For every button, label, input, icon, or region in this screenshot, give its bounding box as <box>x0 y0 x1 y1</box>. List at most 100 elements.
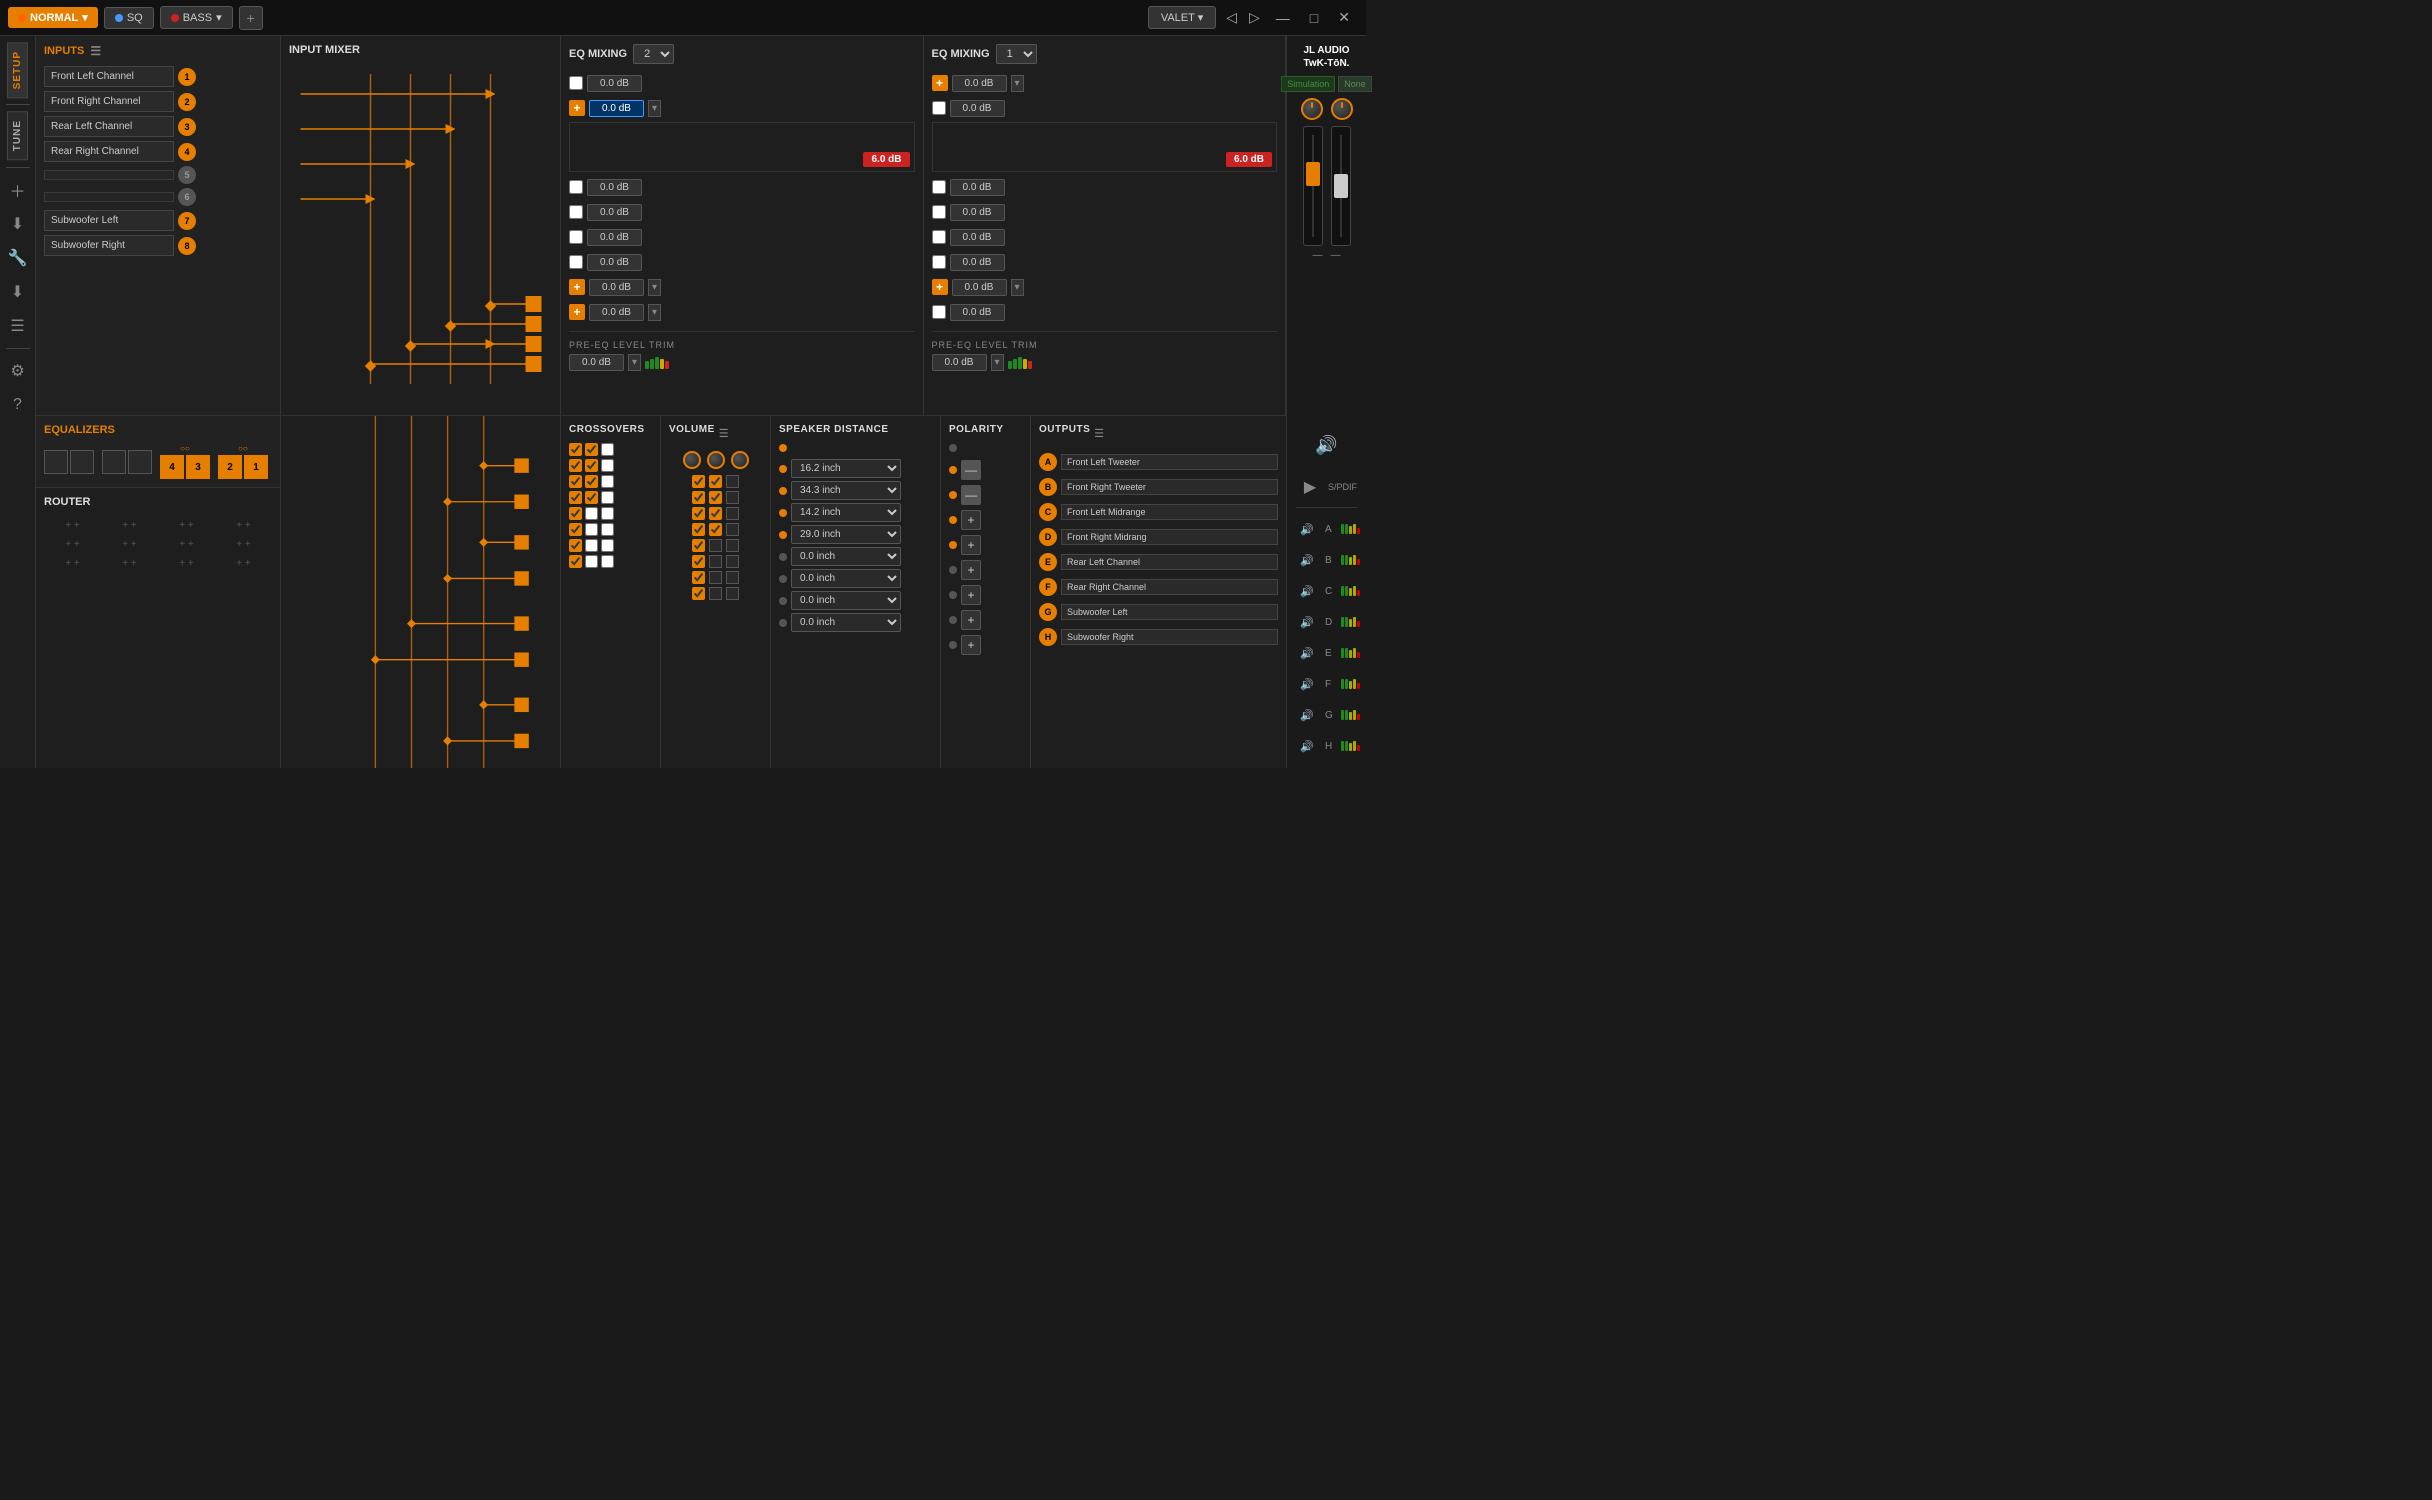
dist-select-4[interactable]: 29.0 inch <box>791 525 901 544</box>
eq-right-cb-5[interactable] <box>932 230 946 244</box>
eq-mixing-right-select[interactable]: 1 2 <box>996 44 1037 64</box>
sidebar-tab-setup[interactable]: SETUP <box>7 42 28 98</box>
input-label-7[interactable]: Subwoofer Left <box>44 210 174 231</box>
cv-1-1[interactable] <box>569 443 582 456</box>
pol-btn-4[interactable]: + <box>961 535 981 555</box>
out-label-E[interactable]: Rear Left Channel <box>1061 554 1278 570</box>
cv-6-2[interactable] <box>585 523 598 536</box>
inputs-menu-icon[interactable]: ☰ <box>90 44 101 58</box>
eq-right-arrow-7[interactable]: ▾ <box>1011 279 1024 296</box>
out-spkr-E[interactable]: 🔊 <box>1293 639 1321 667</box>
out-spkr-A[interactable]: 🔊 <box>1293 515 1321 543</box>
sidebar-wrench-button[interactable]: 🔧 <box>4 244 32 272</box>
dist-select-7[interactable]: 0.0 inch <box>791 591 901 610</box>
dist-select-6[interactable]: 0.0 inch <box>791 569 901 588</box>
vol-4-3[interactable] <box>726 523 739 536</box>
pre-eq-right-value[interactable]: 0.0 dB <box>932 354 987 371</box>
fader-left[interactable] <box>1303 126 1323 246</box>
pre-eq-left-arrow[interactable]: ▾ <box>628 354 641 371</box>
vol-7-2[interactable] <box>709 571 722 584</box>
cv-1-3[interactable] <box>601 443 614 456</box>
cv-8-3[interactable] <box>601 555 614 568</box>
out-spkr-C[interactable]: 🔊 <box>1293 577 1321 605</box>
sq-button[interactable]: SQ <box>104 7 154 29</box>
cv-3-1[interactable] <box>569 475 582 488</box>
out-label-B[interactable]: Front Right Tweeter <box>1061 479 1278 495</box>
vol-3-1[interactable] <box>692 507 705 520</box>
eq-right-db-8[interactable]: 0.0 dB <box>950 304 1005 321</box>
vol-knob-1[interactable] <box>683 451 701 469</box>
eq-left-db-3[interactable]: 0.0 dB <box>587 179 642 196</box>
eq-box-1[interactable]: 1 <box>244 455 268 479</box>
dist-select-8[interactable]: 0.0 inch <box>791 613 901 632</box>
out-spkr-D[interactable]: 🔊 <box>1293 608 1321 636</box>
eq-left-cb-6[interactable] <box>569 255 583 269</box>
vol-2-3[interactable] <box>726 491 739 504</box>
vol-3-2[interactable] <box>709 507 722 520</box>
vol-8-2[interactable] <box>709 587 722 600</box>
input-label-1[interactable]: Front Left Channel <box>44 66 174 87</box>
eq-left-cb-1[interactable] <box>569 76 583 90</box>
cv-6-3[interactable] <box>601 523 614 536</box>
eq-right-cb-3[interactable] <box>932 180 946 194</box>
cv-4-1[interactable] <box>569 491 582 504</box>
cv-4-2[interactable] <box>585 491 598 504</box>
pol-btn-3[interactable]: + <box>961 510 981 530</box>
out-spkr-H[interactable]: 🔊 <box>1293 732 1321 760</box>
eq-left-plus-7[interactable]: + <box>569 279 585 295</box>
pol-btn-7[interactable]: + <box>961 610 981 630</box>
vol-7-3[interactable] <box>726 571 739 584</box>
eq-right-arrow-1[interactable]: ▾ <box>1011 75 1024 92</box>
cv-4-3[interactable] <box>601 491 614 504</box>
volume-menu-icon[interactable]: ☰ <box>719 427 729 440</box>
vol-2-1[interactable] <box>692 491 705 504</box>
vol-5-3[interactable] <box>726 539 739 552</box>
outputs-menu-icon[interactable]: ☰ <box>1094 427 1104 440</box>
eq-box-2a[interactable] <box>102 450 126 474</box>
input-label-4[interactable]: Rear Right Channel <box>44 141 174 162</box>
eq-left-plus-8[interactable]: + <box>569 304 585 320</box>
pre-eq-right-arrow[interactable]: ▾ <box>991 354 1004 371</box>
pre-eq-left-value[interactable]: 0.0 dB <box>569 354 624 371</box>
cv-2-3[interactable] <box>601 459 614 472</box>
eq-left-db-8[interactable]: 0.0 dB <box>589 304 644 321</box>
eq-right-db-2[interactable]: 0.0 dB <box>950 100 1005 117</box>
eq-left-cb-4[interactable] <box>569 205 583 219</box>
eq-right-cb-6[interactable] <box>932 255 946 269</box>
eq-left-arrow-8[interactable]: ▾ <box>648 304 661 321</box>
pol-btn-6[interactable]: + <box>961 585 981 605</box>
eq-left-cb-3[interactable] <box>569 180 583 194</box>
pol-btn-5[interactable]: + <box>961 560 981 580</box>
eq-mixing-left-select[interactable]: 2 1 <box>633 44 674 64</box>
eq-right-db-5[interactable]: 0.0 dB <box>950 229 1005 246</box>
eq-box-1b[interactable] <box>70 450 94 474</box>
eq-right-db-6[interactable]: 0.0 dB <box>950 254 1005 271</box>
sidebar-add-button[interactable]: ＋ <box>4 176 32 204</box>
cv-5-3[interactable] <box>601 507 614 520</box>
dist-select-3[interactable]: 14.2 inch <box>791 503 901 522</box>
fader-right-handle[interactable] <box>1334 174 1348 198</box>
valet-button[interactable]: VALET ▾ <box>1148 6 1216 29</box>
eq-right-db-7[interactable]: 0.0 dB <box>952 279 1007 296</box>
eq-right-db-4[interactable]: 0.0 dB <box>950 204 1005 221</box>
pol-btn-1[interactable]: — <box>961 460 981 480</box>
out-label-G[interactable]: Subwoofer Left <box>1061 604 1278 620</box>
vol-4-1[interactable] <box>692 523 705 536</box>
vol-5-1[interactable] <box>692 539 705 552</box>
eq-right-db-3[interactable]: 0.0 dB <box>950 179 1005 196</box>
eq-left-arrow-7[interactable]: ▾ <box>648 279 661 296</box>
vol-knob-3[interactable] <box>731 451 749 469</box>
out-spkr-F[interactable]: 🔊 <box>1293 670 1321 698</box>
cv-2-1[interactable] <box>569 459 582 472</box>
vol-5-2[interactable] <box>709 539 722 552</box>
add-preset-button[interactable]: + <box>239 6 263 30</box>
sidebar-tab-tune[interactable]: TUNE <box>7 111 28 160</box>
vol-2-2[interactable] <box>709 491 722 504</box>
vol-3-3[interactable] <box>726 507 739 520</box>
eq-left-db-4[interactable]: 0.0 dB <box>587 204 642 221</box>
cv-3-2[interactable] <box>585 475 598 488</box>
fader-left-handle[interactable] <box>1306 162 1320 186</box>
eq-right-db-1[interactable]: 0.0 dB <box>952 75 1007 92</box>
eq-box-2[interactable]: 2 <box>218 455 242 479</box>
volume-icon-button[interactable]: 🔊 <box>1313 431 1341 459</box>
